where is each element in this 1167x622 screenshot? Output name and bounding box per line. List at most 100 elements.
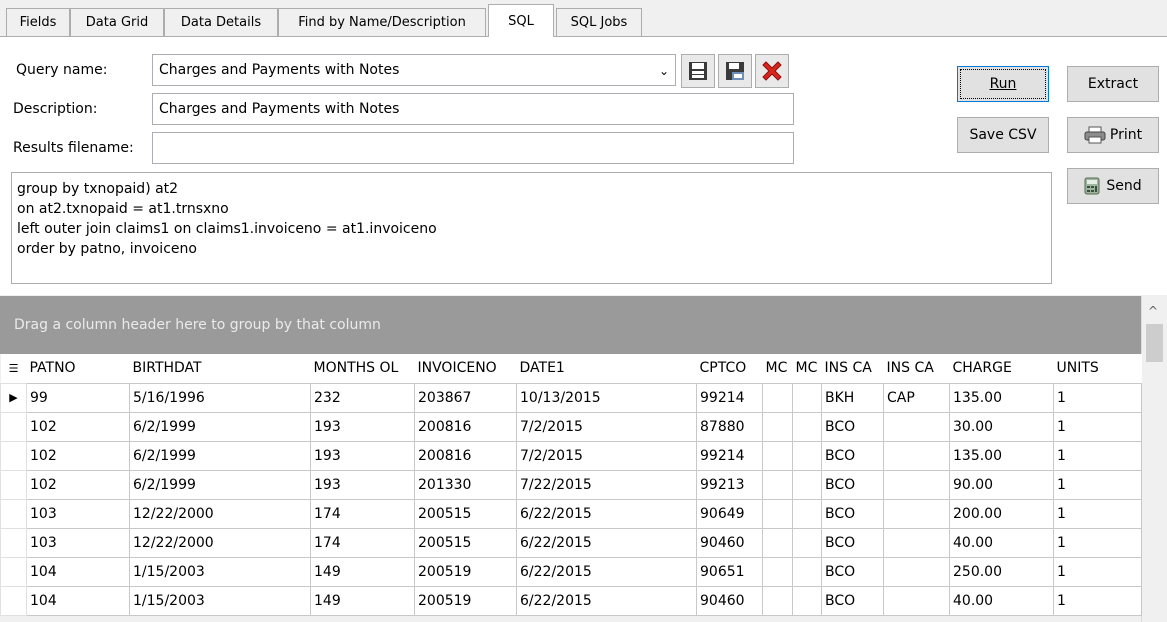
table-cell[interactable]: BCO — [821, 411, 884, 442]
table-cell[interactable]: 99213 — [696, 469, 763, 500]
vertical-scrollbar[interactable]: ^ — [1141, 296, 1167, 622]
column-header[interactable]: MC — [792, 354, 822, 383]
table-cell[interactable] — [792, 585, 822, 616]
table-cell[interactable]: 40.00 — [949, 527, 1054, 558]
chevron-down-icon[interactable]: ⌄ — [659, 64, 669, 78]
table-cell[interactable]: 200816 — [414, 440, 517, 471]
description-input[interactable]: Charges and Payments with Notes — [152, 93, 794, 125]
table-cell[interactable] — [883, 527, 950, 558]
table-cell[interactable] — [762, 585, 793, 616]
table-cell[interactable]: 7/2/2015 — [516, 411, 697, 442]
table-cell[interactable]: 6/22/2015 — [516, 527, 697, 558]
query-name-combo[interactable]: Charges and Payments with Notes ⌄ — [152, 54, 676, 86]
table-cell[interactable]: 135.00 — [949, 440, 1054, 471]
save-csv-button[interactable]: Save CSV — [957, 117, 1049, 153]
table-row[interactable]: 104 1/15/2003 149 200519 6/22/2015 90460 BCO 40… — [0, 585, 1142, 616]
column-header[interactable]: DATE1 — [516, 354, 697, 383]
table-cell[interactable] — [883, 411, 950, 442]
column-header[interactable]: INS CA — [821, 354, 884, 383]
table-cell[interactable]: BCO — [821, 556, 884, 587]
table-cell[interactable]: 99214 — [696, 440, 763, 471]
table-cell[interactable]: 99 — [26, 382, 130, 413]
table-cell[interactable]: 1 — [1053, 498, 1142, 529]
column-header[interactable]: INVOICENO — [414, 354, 517, 383]
table-cell[interactable]: 104 — [26, 556, 130, 587]
table-cell[interactable]: 1 — [1053, 382, 1142, 413]
table-cell[interactable]: 200519 — [414, 556, 517, 587]
table-cell[interactable] — [792, 498, 822, 529]
table-cell[interactable]: 104 — [26, 585, 130, 616]
table-cell[interactable]: 40.00 — [949, 585, 1054, 616]
table-cell[interactable] — [792, 382, 822, 413]
column-header[interactable]: MONTHS OL — [310, 354, 415, 383]
table-cell[interactable]: 193 — [310, 411, 415, 442]
column-header[interactable]: CHARGE — [949, 354, 1054, 383]
table-cell[interactable]: 250.00 — [949, 556, 1054, 587]
table-cell[interactable]: CAP — [883, 382, 950, 413]
tab-sql[interactable]: SQL — [488, 4, 554, 37]
table-cell[interactable]: 200.00 — [949, 498, 1054, 529]
column-header[interactable]: CPTCO — [696, 354, 763, 383]
table-cell[interactable]: 200816 — [414, 411, 517, 442]
table-cell[interactable]: 30.00 — [949, 411, 1054, 442]
column-chooser-icon[interactable]: ☰ — [0, 354, 27, 383]
table-cell[interactable]: 1 — [1053, 556, 1142, 587]
table-cell[interactable]: 102 — [26, 440, 130, 471]
save-query-button[interactable] — [681, 54, 715, 88]
table-cell[interactable] — [883, 440, 950, 471]
table-row[interactable]: 104 1/15/2003 149 200519 6/22/2015 90651 BCO 25… — [0, 556, 1142, 587]
table-cell[interactable]: 200515 — [414, 498, 517, 529]
table-cell[interactable]: 1 — [1053, 440, 1142, 471]
table-cell[interactable]: 1 — [1053, 585, 1142, 616]
table-cell[interactable]: BCO — [821, 498, 884, 529]
table-row[interactable]: 103 12/22/2000 174 200515 6/22/2015 90649 BCO 2… — [0, 498, 1142, 529]
table-cell[interactable]: 6/22/2015 — [516, 498, 697, 529]
table-cell[interactable]: 135.00 — [949, 382, 1054, 413]
table-cell[interactable]: 99214 — [696, 382, 763, 413]
table-cell[interactable]: 90.00 — [949, 469, 1054, 500]
table-cell[interactable]: 90460 — [696, 585, 763, 616]
table-cell[interactable] — [762, 411, 793, 442]
scroll-thumb[interactable] — [1146, 324, 1163, 362]
table-cell[interactable]: 103 — [26, 527, 130, 558]
table-cell[interactable] — [792, 527, 822, 558]
table-row[interactable]: ▶ 99 5/16/1996 232 203867 10/13/2015 99214 BKH C… — [0, 382, 1142, 413]
table-cell[interactable] — [883, 556, 950, 587]
table-row[interactable]: 102 6/2/1999 193 200816 7/2/2015 87880 BCO 30.0… — [0, 411, 1142, 442]
table-cell[interactable]: 12/22/2000 — [129, 527, 311, 558]
column-header[interactable]: PATNO — [26, 354, 130, 383]
group-by-panel[interactable]: Drag a column header here to group by th… — [0, 296, 1141, 354]
table-cell[interactable]: 7/2/2015 — [516, 440, 697, 471]
table-cell[interactable]: 102 — [26, 411, 130, 442]
delete-query-button[interactable] — [755, 54, 789, 88]
send-button[interactable]: Send — [1067, 168, 1159, 204]
table-cell[interactable]: 1/15/2003 — [129, 585, 311, 616]
table-cell[interactable] — [883, 585, 950, 616]
table-cell[interactable]: 203867 — [414, 382, 517, 413]
tab-sql-jobs[interactable]: SQL Jobs — [556, 8, 642, 36]
table-cell[interactable]: 174 — [310, 498, 415, 529]
column-header[interactable]: UNITS — [1053, 354, 1142, 383]
column-header[interactable]: BIRTHDAT — [129, 354, 311, 383]
tab-fields[interactable]: Fields — [6, 8, 70, 36]
table-cell[interactable]: 5/16/1996 — [129, 382, 311, 413]
table-cell[interactable] — [883, 498, 950, 529]
table-cell[interactable]: 10/13/2015 — [516, 382, 697, 413]
table-cell[interactable]: 1 — [1053, 527, 1142, 558]
table-cell[interactable]: 200519 — [414, 585, 517, 616]
table-cell[interactable] — [762, 440, 793, 471]
tab-data-details[interactable]: Data Details — [164, 8, 278, 36]
table-cell[interactable]: 90649 — [696, 498, 763, 529]
table-cell[interactable]: 174 — [310, 527, 415, 558]
table-cell[interactable]: 6/22/2015 — [516, 585, 697, 616]
column-header[interactable]: INS CA — [883, 354, 950, 383]
table-cell[interactable] — [762, 469, 793, 500]
table-cell[interactable]: 6/2/1999 — [129, 440, 311, 471]
table-cell[interactable] — [792, 556, 822, 587]
sql-editor[interactable]: group by txnopaid) at2 on at2.txnopaid =… — [11, 172, 1052, 284]
table-row[interactable]: 103 12/22/2000 174 200515 6/22/2015 90460 BCO 4… — [0, 527, 1142, 558]
save-as-query-button[interactable] — [718, 54, 752, 88]
table-cell[interactable] — [762, 498, 793, 529]
table-cell[interactable]: 1 — [1053, 469, 1142, 500]
tab-find-by-name[interactable]: Find by Name/Description — [278, 8, 486, 36]
